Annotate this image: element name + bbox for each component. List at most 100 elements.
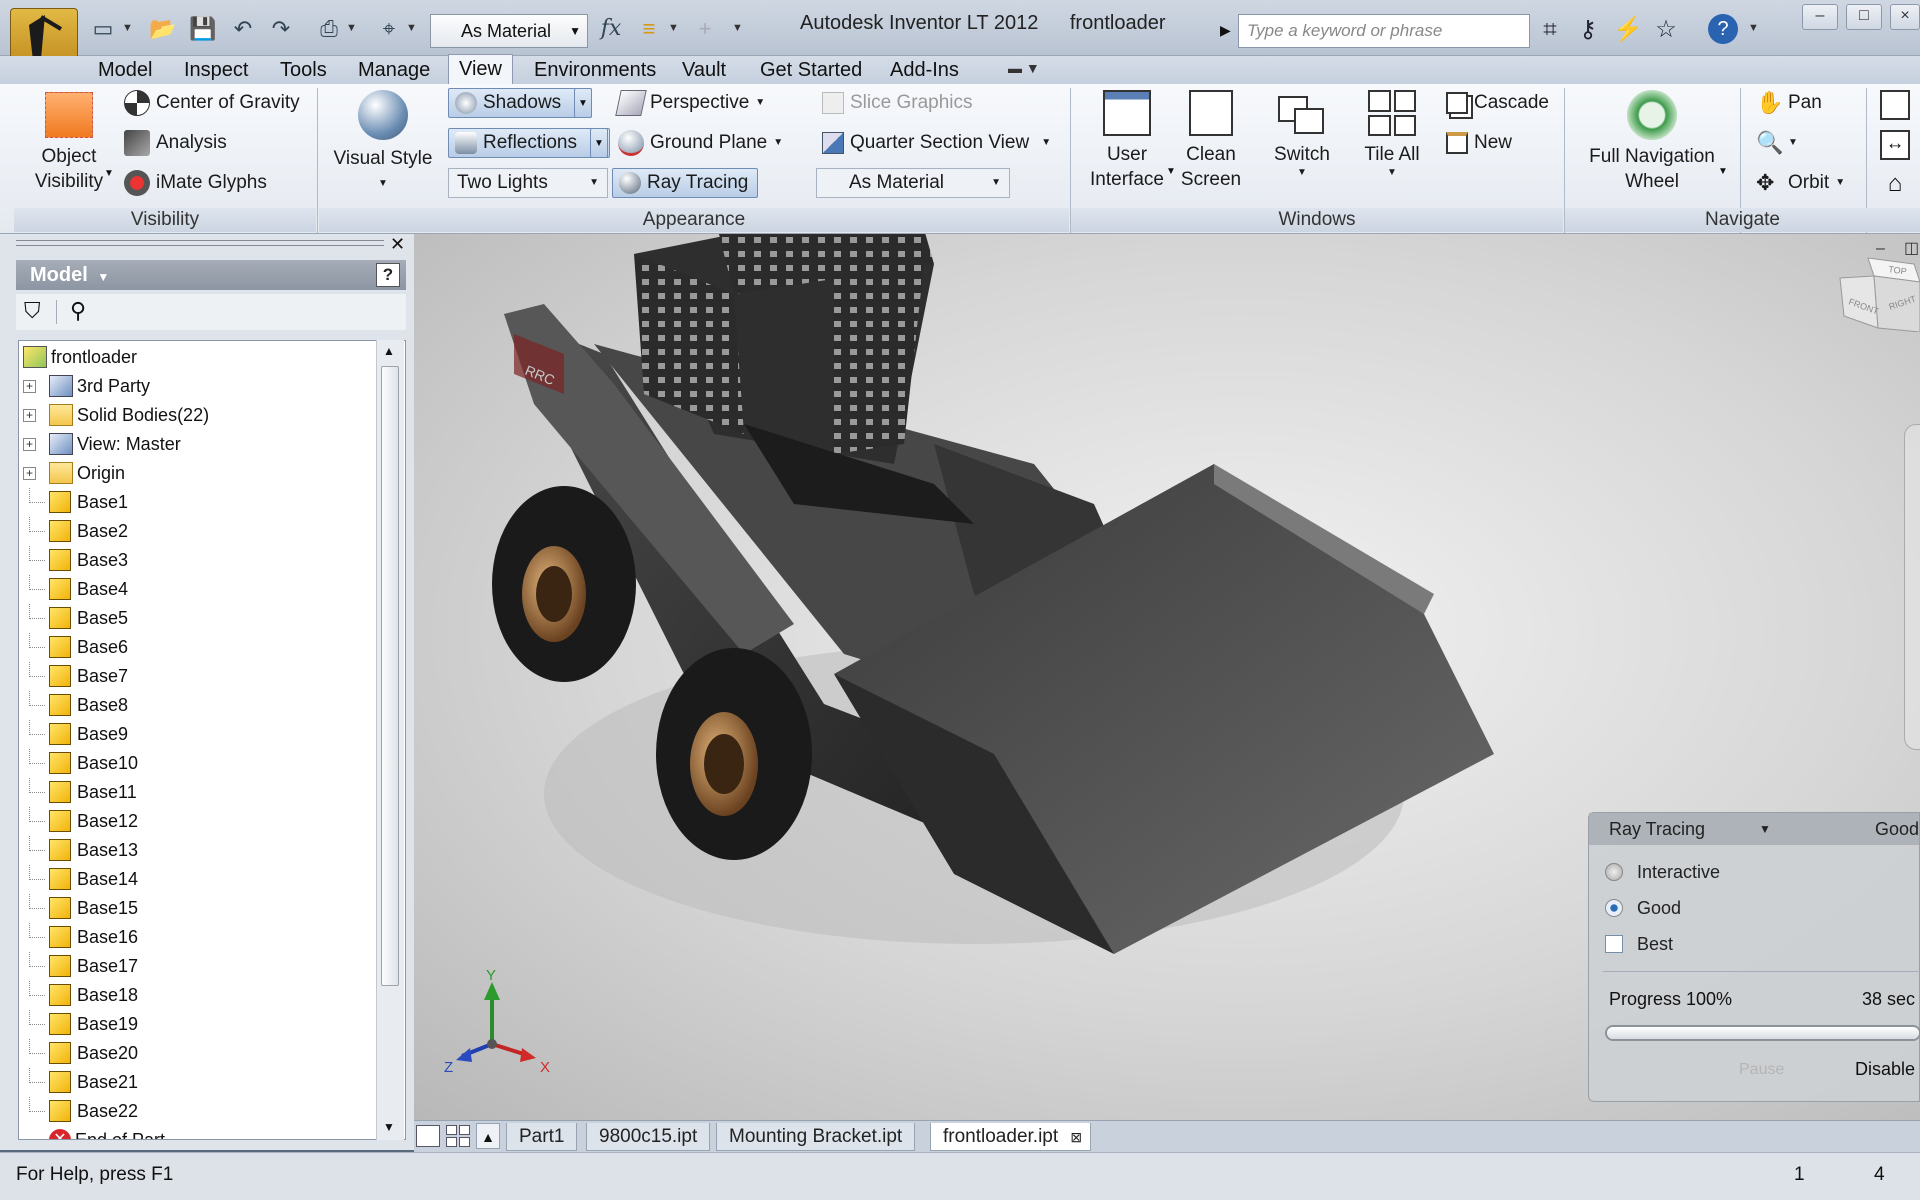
panel-grip[interactable] bbox=[16, 240, 384, 246]
print-icon[interactable]: ⎙ bbox=[314, 14, 344, 44]
reflections-toggle[interactable]: Reflections bbox=[448, 128, 610, 158]
imate-glyphs-button[interactable]: iMate Glyphs bbox=[124, 168, 267, 198]
clean-screen-button[interactable]: Clean Screen bbox=[1174, 90, 1248, 192]
fx-parameters-icon[interactable]: fx bbox=[596, 14, 626, 44]
perspective-button[interactable]: Perspective ▼ bbox=[615, 88, 765, 118]
doc-tab-mounting-bracket[interactable]: Mounting Bracket.ipt bbox=[716, 1123, 916, 1151]
object-visibility-dropdown-icon[interactable]: ▼ bbox=[104, 168, 114, 179]
tree-scrollbar[interactable]: ▲ ▼ bbox=[376, 340, 404, 1140]
good-option[interactable]: Good bbox=[1605, 893, 1681, 923]
look-at-icon[interactable] bbox=[1880, 90, 1910, 120]
visual-style-button[interactable]: Visual Style ▼ bbox=[328, 90, 438, 196]
quarter-section-view-button[interactable]: Quarter Section View ▼ bbox=[822, 128, 1051, 158]
binoculars-icon[interactable]: ⌗ bbox=[1534, 14, 1566, 46]
zoom-button[interactable]: 🔍 ▼ bbox=[1756, 128, 1798, 158]
new-dropdown-icon[interactable]: ▼ bbox=[122, 22, 133, 34]
key-icon[interactable]: ⚷ bbox=[1572, 14, 1604, 46]
analysis-button[interactable]: Analysis bbox=[124, 128, 227, 158]
doc-tab-9800c15[interactable]: 9800c15.ipt bbox=[586, 1123, 711, 1151]
maximize-button[interactable]: □ bbox=[1846, 4, 1882, 30]
measure-dropdown-icon[interactable]: ▼ bbox=[668, 22, 679, 34]
shadows-toggle[interactable]: Shadows bbox=[448, 88, 592, 118]
new-icon[interactable]: ▭ bbox=[88, 14, 118, 44]
reflections-dropdown-icon[interactable]: ▼ bbox=[590, 128, 608, 158]
print-dropdown-icon[interactable]: ▼ bbox=[346, 22, 357, 34]
browser-header[interactable]: Model ▼ ? bbox=[16, 260, 406, 290]
tab-environments[interactable]: Environments bbox=[524, 56, 666, 84]
appearance-material-dropdown[interactable]: As Material ▼ bbox=[816, 168, 1010, 198]
scroll-thumb[interactable] bbox=[381, 366, 399, 986]
help-dropdown-icon[interactable]: ▼ bbox=[1748, 22, 1759, 34]
best-checkbox[interactable] bbox=[1605, 935, 1623, 953]
switch-window-button[interactable]: Switch ▼ bbox=[1262, 90, 1342, 179]
lighting-style-dropdown[interactable]: Two Lights ▼ bbox=[448, 168, 608, 198]
tile-windows-icon[interactable] bbox=[446, 1125, 470, 1147]
ray-tracing-panel-header[interactable]: Ray Tracing ▼ Good bbox=[1589, 813, 1919, 845]
cascade-button[interactable]: Cascade bbox=[1446, 88, 1549, 118]
expand-icon[interactable]: + bbox=[23, 438, 36, 451]
save-icon[interactable]: 💾 bbox=[188, 14, 218, 44]
search-expand-icon[interactable]: ▶ bbox=[1220, 22, 1231, 39]
expand-icon[interactable]: + bbox=[23, 467, 36, 480]
search-input[interactable]: Type a keyword or phrase bbox=[1238, 14, 1530, 48]
close-window-button[interactable]: × bbox=[1890, 4, 1920, 30]
expand-icon[interactable]: + bbox=[23, 380, 36, 393]
tab-manage[interactable]: Manage bbox=[348, 56, 440, 84]
center-of-gravity-button[interactable]: Center of Gravity bbox=[124, 88, 300, 118]
best-option[interactable]: Best bbox=[1605, 929, 1673, 959]
tab-overflow-icon[interactable]: ▲ bbox=[476, 1123, 500, 1149]
good-radio[interactable] bbox=[1605, 899, 1623, 917]
close-panel-icon[interactable]: ✕ bbox=[390, 234, 405, 255]
material-dropdown[interactable]: As Material ▼ bbox=[430, 14, 588, 48]
open-icon[interactable]: 📂 bbox=[148, 14, 178, 44]
interactive-option[interactable]: Interactive bbox=[1605, 857, 1720, 887]
tab-vault[interactable]: Vault bbox=[672, 56, 736, 84]
doc-tab-frontloader[interactable]: frontloader.ipt ⊠ bbox=[930, 1123, 1092, 1151]
tab-model[interactable]: Model bbox=[88, 56, 162, 84]
interactive-radio[interactable] bbox=[1605, 863, 1623, 881]
doc-tab-part1[interactable]: Part1 bbox=[506, 1123, 578, 1151]
satellite-icon[interactable]: ⚡ bbox=[1612, 14, 1644, 46]
scroll-down-icon[interactable]: ▼ bbox=[383, 1120, 395, 1134]
browser-help-icon[interactable]: ? bbox=[376, 263, 400, 287]
ray-tracing-toggle[interactable]: Ray Tracing bbox=[612, 168, 758, 198]
pause-button[interactable]: Pause bbox=[1739, 1061, 1784, 1079]
pan-button[interactable]: ✋ Pan bbox=[1756, 88, 1822, 118]
tab-tools[interactable]: Tools bbox=[270, 56, 337, 84]
find-binoculars-icon[interactable]: ⚲ bbox=[70, 298, 86, 324]
object-visibility-button[interactable]: Object Visibility bbox=[22, 92, 116, 194]
minimize-button[interactable]: – bbox=[1802, 4, 1838, 30]
redo-icon[interactable]: ↷ bbox=[266, 14, 296, 44]
zoom-all-icon[interactable]: ↔ bbox=[1880, 130, 1910, 160]
navigation-bar[interactable] bbox=[1904, 424, 1920, 750]
select-icon[interactable]: ⌖ bbox=[374, 14, 404, 44]
select-dropdown-icon[interactable]: ▼ bbox=[406, 22, 417, 34]
slice-graphics-button[interactable]: Slice Graphics bbox=[822, 88, 973, 118]
tab-inspect[interactable]: Inspect bbox=[174, 56, 258, 84]
orbit-button[interactable]: ✥ Orbit ▼ bbox=[1756, 168, 1845, 198]
qat-customize-icon[interactable]: ▼ bbox=[732, 22, 743, 34]
filter-icon[interactable]: ⛉ bbox=[24, 298, 41, 324]
tab-get-started[interactable]: Get Started bbox=[750, 56, 872, 84]
tab-add-ins[interactable]: Add-Ins bbox=[880, 56, 969, 84]
undo-icon[interactable]: ↶ bbox=[228, 14, 258, 44]
ribbon-minimize-icon[interactable]: ▬ ▼ bbox=[1008, 60, 1040, 76]
scroll-up-icon[interactable]: ▲ bbox=[383, 344, 395, 358]
tile-all-button[interactable]: Tile All ▼ bbox=[1352, 90, 1432, 179]
navigation-wheel-dropdown-icon[interactable]: ▼ bbox=[1718, 166, 1728, 177]
full-navigation-wheel-button[interactable]: Full Navigation Wheel bbox=[1580, 90, 1724, 194]
user-interface-button[interactable]: User Interface bbox=[1082, 90, 1172, 192]
chevron-down-icon[interactable]: ▼ bbox=[1759, 813, 1771, 845]
new-window-button[interactable]: New bbox=[1446, 128, 1512, 158]
view-cube[interactable]: TOP FRONT RIGHT bbox=[1838, 252, 1920, 332]
disable-button[interactable]: Disable bbox=[1855, 1059, 1915, 1080]
home-view-icon[interactable]: ⌂ bbox=[1880, 170, 1910, 200]
window-list-icon[interactable] bbox=[416, 1125, 440, 1147]
close-tab-icon[interactable]: ⊠ bbox=[1070, 1123, 1082, 1151]
measure-icon[interactable]: ≡ bbox=[634, 14, 664, 44]
help-icon[interactable]: ? bbox=[1708, 14, 1738, 44]
shadows-dropdown-icon[interactable]: ▼ bbox=[574, 88, 592, 118]
favorites-star-icon[interactable]: ☆ bbox=[1650, 14, 1682, 46]
ground-plane-button[interactable]: Ground Plane ▼ bbox=[618, 128, 783, 158]
expand-icon[interactable]: + bbox=[23, 409, 36, 422]
